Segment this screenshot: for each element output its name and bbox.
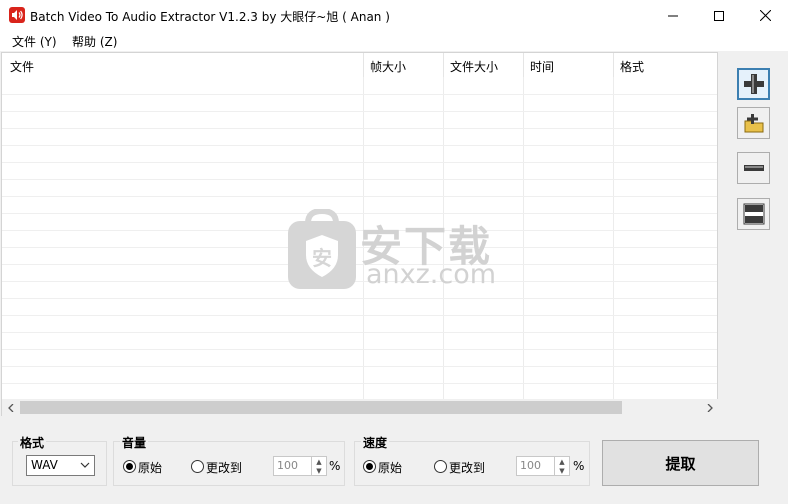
watermark: 安 安下载 anxz.com	[286, 209, 506, 291]
close-icon	[759, 10, 771, 21]
column-header-frame-size[interactable]: 帧大小	[370, 58, 406, 75]
add-folder-button[interactable]	[737, 107, 770, 139]
speed-original-radio[interactable]	[363, 460, 376, 473]
speed-original-label[interactable]: 原始	[378, 459, 402, 476]
grid-line	[2, 128, 717, 129]
grid-line	[2, 366, 717, 367]
speed-change-label[interactable]: 更改到	[449, 459, 485, 476]
grid-line	[2, 349, 717, 350]
grid-line	[2, 162, 717, 163]
column-separator[interactable]	[523, 53, 524, 77]
volume-value: 100	[277, 459, 298, 472]
format-select[interactable]: WAV	[26, 455, 95, 476]
close-button[interactable]	[742, 0, 788, 31]
speed-label: 速度	[361, 434, 390, 451]
volume-spin-buttons: ▲ ▼	[311, 457, 326, 475]
speed-spin-buttons: ▲ ▼	[554, 457, 569, 475]
svg-text:安: 安	[312, 246, 332, 270]
minimize-icon	[668, 15, 678, 16]
add-files-button[interactable]	[737, 68, 770, 100]
horizontal-scrollbar[interactable]	[2, 399, 718, 416]
grid-line	[2, 332, 717, 333]
maximize-button[interactable]	[696, 0, 742, 31]
speed-spinbox[interactable]: 100 ▲ ▼	[516, 456, 570, 476]
menu-help[interactable]: 帮助 (Z)	[72, 33, 117, 50]
volume-original-label[interactable]: 原始	[138, 459, 162, 476]
format-selected-value: WAV	[31, 458, 58, 472]
grid-line	[2, 383, 717, 384]
plus-icon	[743, 74, 764, 94]
spin-up-icon[interactable]: ▲	[312, 457, 326, 466]
column-header-file-size[interactable]: 文件大小	[450, 58, 498, 75]
volume-change-label[interactable]: 更改到	[206, 459, 242, 476]
maximize-icon	[714, 10, 724, 21]
clear-list-button[interactable]	[737, 198, 770, 230]
spin-down-icon[interactable]: ▼	[555, 466, 569, 475]
grid-line	[2, 94, 717, 95]
grid-line	[613, 77, 614, 407]
window-title: Batch Video To Audio Extractor V1.2.3 by…	[30, 10, 390, 24]
minus-icon	[743, 165, 764, 171]
speed-percent-unit: %	[573, 459, 585, 473]
scroll-right-icon[interactable]	[701, 399, 718, 416]
grid-line	[523, 77, 524, 407]
watermark-text-en: anxz.com	[366, 259, 497, 290]
column-separator[interactable]	[363, 53, 364, 77]
column-separator[interactable]	[613, 53, 614, 77]
spin-up-icon[interactable]: ▲	[555, 457, 569, 466]
volume-percent-unit: %	[329, 459, 341, 473]
menu-bar	[0, 31, 788, 51]
column-header-time[interactable]: 时间	[530, 58, 554, 75]
column-header-format[interactable]: 格式	[620, 58, 644, 75]
grid-line	[2, 298, 717, 299]
menu-file[interactable]: 文件 (Y)	[12, 33, 57, 50]
speed-value: 100	[520, 459, 541, 472]
chevron-down-icon	[80, 462, 90, 468]
remove-button[interactable]	[737, 152, 770, 184]
volume-label: 音量	[120, 434, 149, 451]
volume-original-radio[interactable]	[123, 460, 136, 473]
minimize-button[interactable]	[650, 0, 696, 31]
speed-change-radio[interactable]	[434, 460, 447, 473]
column-separator[interactable]	[443, 53, 444, 77]
grid-line	[2, 315, 717, 316]
volume-spinbox[interactable]: 100 ▲ ▼	[273, 456, 327, 476]
title-bar: Batch Video To Audio Extractor V1.2.3 by…	[0, 0, 788, 31]
speaker-red-icon	[9, 7, 25, 23]
grid-line	[2, 179, 717, 180]
clear-list-icon	[743, 203, 764, 225]
column-header-file[interactable]: 文件	[10, 58, 34, 75]
grid-line	[2, 145, 717, 146]
grid-line	[2, 111, 717, 112]
scroll-left-icon[interactable]	[2, 399, 19, 416]
volume-change-radio[interactable]	[191, 460, 204, 473]
format-label: 格式	[18, 434, 47, 451]
folder-add-icon	[744, 114, 763, 133]
file-list-header: 文件 帧大小 文件大小 时间 格式	[2, 53, 717, 77]
spin-down-icon[interactable]: ▼	[312, 466, 326, 475]
shield-bag-icon: 安	[288, 209, 356, 289]
grid-line	[2, 196, 717, 197]
extract-button[interactable]: 提取	[602, 440, 759, 486]
scrollbar-thumb[interactable]	[20, 401, 622, 414]
